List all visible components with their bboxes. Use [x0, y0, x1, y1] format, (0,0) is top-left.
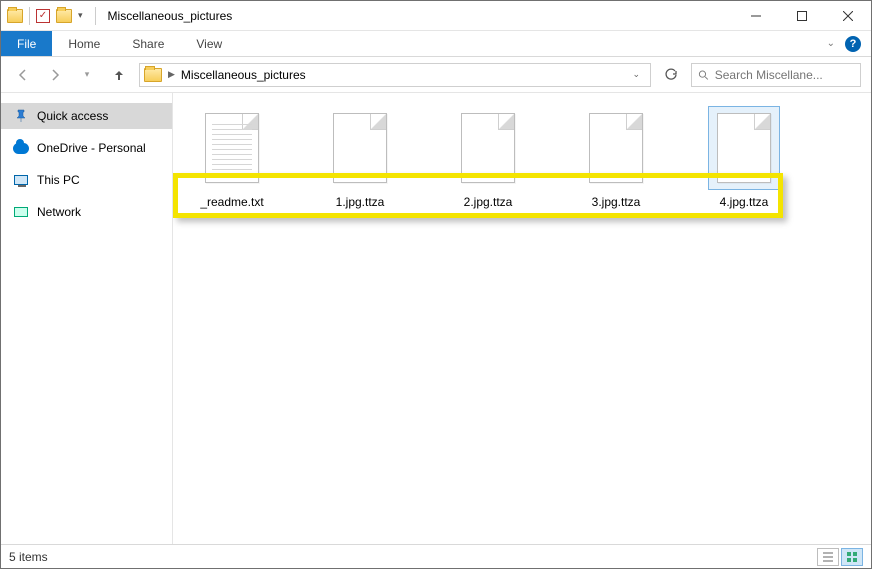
file-tab[interactable]: File [1, 31, 52, 56]
search-box[interactable] [691, 63, 861, 87]
text-file-icon [205, 113, 259, 183]
details-view-button[interactable] [817, 548, 839, 566]
up-button[interactable] [107, 63, 131, 87]
back-button[interactable] [11, 63, 35, 87]
file-item[interactable]: 3.jpg.ttza [571, 107, 661, 209]
tab-view[interactable]: View [180, 31, 238, 56]
sidebar-item-quick-access[interactable]: Quick access [1, 103, 172, 129]
address-bar-row: ▾ ▶ Miscellaneous_pictures ⌄ [1, 57, 871, 93]
icons-view-button[interactable] [841, 548, 863, 566]
blank-file-icon [461, 113, 515, 183]
file-thumbnail [709, 107, 779, 189]
blank-file-icon [717, 113, 771, 183]
properties-icon[interactable]: ✓ [36, 9, 50, 23]
blank-file-icon [589, 113, 643, 183]
file-item[interactable]: 1.jpg.ttza [315, 107, 405, 209]
explorer-window: ✓ ▾ Miscellaneous_pictures File Home Sha… [0, 0, 872, 569]
divider [29, 7, 30, 25]
tab-share[interactable]: Share [116, 31, 180, 56]
status-text: 5 items [9, 550, 48, 564]
refresh-button[interactable] [659, 63, 683, 87]
folder-icon [7, 9, 23, 23]
tab-home[interactable]: Home [52, 31, 116, 56]
close-button[interactable] [825, 1, 871, 31]
network-icon [13, 204, 29, 220]
file-name: 3.jpg.ttza [592, 195, 641, 209]
file-item[interactable]: 2.jpg.ttza [443, 107, 533, 209]
pin-icon [13, 108, 29, 124]
file-item[interactable]: 4.jpg.ttza [699, 107, 789, 209]
ribbon-tabs: File Home Share View ⌄ ? [1, 31, 871, 57]
folder-icon [144, 68, 162, 82]
sidebar-item-network[interactable]: Network [1, 199, 172, 225]
window-controls [733, 1, 871, 31]
content-area[interactable]: _readme.txt 1.jpg.ttza 2.jpg.ttza 3.jpg.ttz… [173, 93, 871, 544]
maximize-button[interactable] [779, 1, 825, 31]
file-thumbnail [325, 107, 395, 189]
minimize-button[interactable] [733, 1, 779, 31]
breadcrumb[interactable]: ▶ Miscellaneous_pictures ⌄ [139, 63, 651, 87]
divider [95, 7, 96, 25]
breadcrumb-segment[interactable]: Miscellaneous_pictures [181, 68, 306, 82]
qat-dropdown-icon[interactable]: ▾ [78, 10, 83, 21]
quick-access-toolbar: ✓ ▾ [1, 7, 89, 25]
blank-file-icon [333, 113, 387, 183]
status-bar: 5 items [1, 544, 871, 568]
search-icon [698, 69, 709, 81]
file-thumbnail [197, 107, 267, 189]
file-thumbnail [581, 107, 651, 189]
files-row: _readme.txt 1.jpg.ttza 2.jpg.ttza 3.jpg.ttz… [187, 107, 857, 209]
window-title: Miscellaneous_pictures [108, 9, 233, 23]
new-folder-icon[interactable] [56, 9, 72, 23]
cloud-icon [13, 140, 29, 156]
forward-button[interactable] [43, 63, 67, 87]
ribbon-collapse-icon[interactable]: ⌄ [827, 38, 835, 49]
sidebar-item-onedrive-personal[interactable]: OneDrive - Personal [1, 135, 172, 161]
file-name: 1.jpg.ttza [336, 195, 385, 209]
pc-icon [13, 172, 29, 188]
body: Quick access OneDrive - Personal This PC Ne… [1, 93, 871, 544]
chevron-down-icon[interactable]: ⌄ [632, 69, 640, 80]
file-item[interactable]: _readme.txt [187, 107, 277, 209]
navigation-pane: Quick access OneDrive - Personal This PC Ne… [1, 93, 173, 544]
recent-locations-icon[interactable]: ▾ [75, 63, 99, 87]
search-input[interactable] [715, 68, 854, 82]
file-name: _readme.txt [200, 195, 263, 209]
titlebar: ✓ ▾ Miscellaneous_pictures [1, 1, 871, 31]
chevron-right-icon[interactable]: ▶ [168, 69, 175, 80]
sidebar-item-label: OneDrive - Personal [37, 141, 146, 155]
sidebar-item-label: Quick access [37, 109, 108, 123]
file-name: 4.jpg.ttza [720, 195, 769, 209]
sidebar-item-this-pc[interactable]: This PC [1, 167, 172, 193]
sidebar-item-label: This PC [37, 173, 80, 187]
help-icon[interactable]: ? [845, 36, 861, 52]
file-name: 2.jpg.ttza [464, 195, 513, 209]
view-toggles [817, 548, 863, 566]
sidebar-item-label: Network [37, 205, 81, 219]
file-thumbnail [453, 107, 523, 189]
